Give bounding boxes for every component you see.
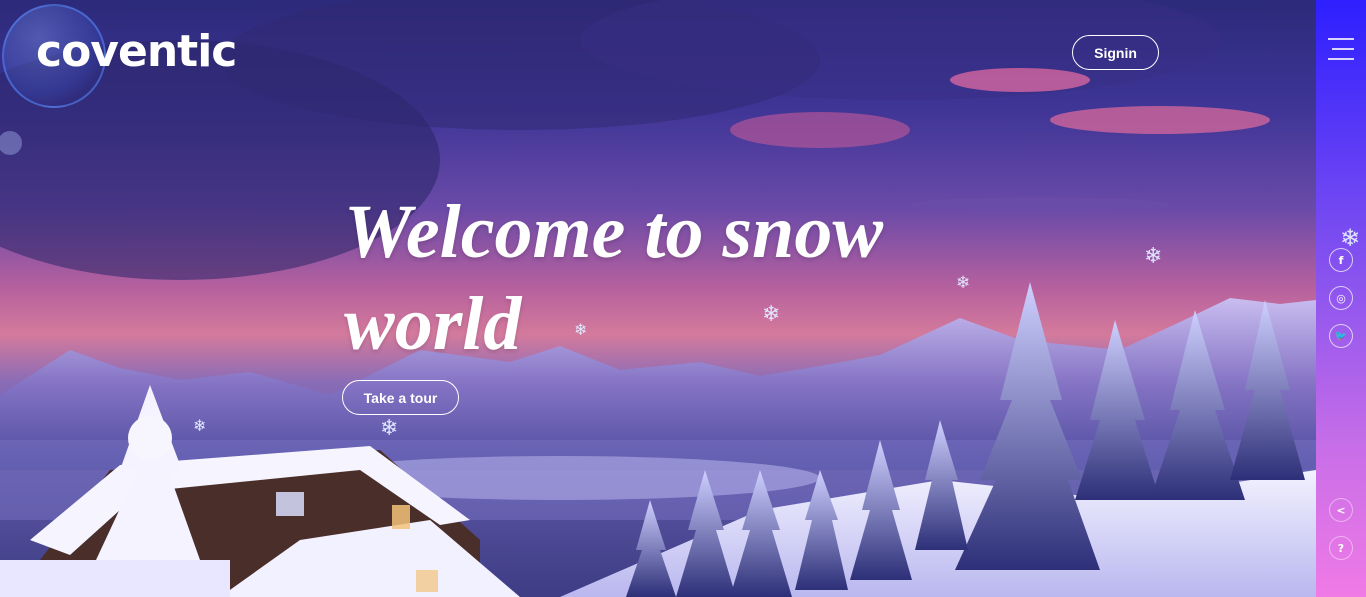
twitter-icon[interactable]: 🐦 [1329, 324, 1353, 348]
take-a-tour-button[interactable]: Take a tour [342, 380, 459, 415]
snowflake-icon: ❄ [956, 273, 971, 293]
snowflake-icon: ❄ [380, 416, 399, 441]
help-icon[interactable]: ? [1329, 536, 1353, 560]
snowflake-icon: ❄ [1340, 224, 1361, 252]
instagram-icon[interactable]: ◎ [1329, 286, 1353, 310]
signin-button[interactable]: Signin [1072, 35, 1159, 70]
snowflake-icon: ❄ [574, 320, 588, 339]
hero-section: coventic Signin Welcome to snow world Ta… [0, 0, 1316, 597]
brand-logo[interactable]: coventic [36, 26, 237, 78]
snowflake-icon: ❄ [762, 302, 781, 327]
right-sidebar-rail: f ◎ 🐦 < ? [1316, 0, 1366, 597]
hero-headline: Welcome to snow world [344, 190, 884, 366]
hamburger-menu-icon[interactable] [1328, 38, 1354, 62]
share-icon[interactable]: < [1329, 498, 1353, 522]
snowflake-icon: ❄ [193, 416, 207, 435]
snowflake-icon: ❄ [1144, 244, 1163, 269]
